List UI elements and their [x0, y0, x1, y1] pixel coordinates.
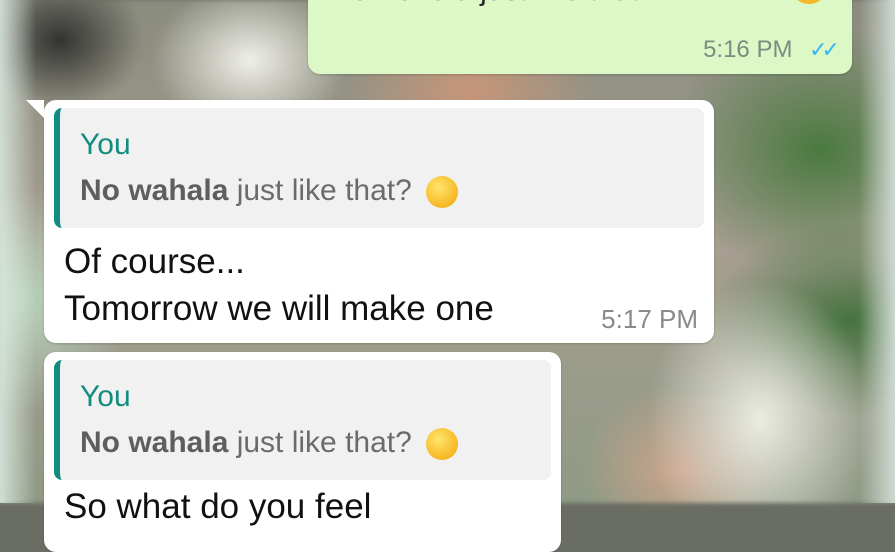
outgoing-message-bubble[interactable]: No wahala just like that? 5:16 PM ✓✓ [308, 0, 852, 74]
quoted-text-bold: No wahala [80, 426, 229, 459]
message-text: No wahala just like that? [330, 0, 770, 8]
quoted-text-rest: just like that? [228, 426, 412, 459]
quoted-message[interactable]: You No wahala just like that? [54, 108, 704, 228]
quoted-message[interactable]: You No wahala just like that? [54, 360, 551, 480]
message-meta: 5:16 PM ✓✓ [703, 36, 840, 64]
bubble-tail [26, 100, 44, 118]
smirk-emoji-icon [426, 428, 459, 461]
screen-edge-left [0, 0, 36, 503]
smirk-emoji-icon [426, 176, 459, 209]
message-time: 5:16 PM [703, 36, 793, 63]
quoted-text: No wahala just like that? [80, 174, 459, 209]
message-text-line: Of course... [64, 242, 245, 281]
quoted-text: No wahala just like that? [80, 426, 459, 461]
incoming-message-bubble[interactable]: You No wahala just like that? Of course.… [26, 100, 714, 343]
message-text-line: So what do you feel [64, 487, 372, 526]
message-text-line: Tomorrow we will make one [64, 289, 494, 328]
quoted-text-bold: No wahala [80, 174, 229, 207]
quoted-text-rest: just like that? [228, 174, 412, 207]
double-check-read-icon: ✓✓ [809, 37, 840, 62]
incoming-message-bubble[interactable]: You No wahala just like that? So what do… [44, 352, 561, 552]
smirk-emoji-icon [790, 0, 828, 4]
screen-edge-right [859, 0, 895, 503]
quoted-author: You [80, 128, 131, 161]
quoted-author: You [80, 380, 131, 413]
message-time: 5:17 PM [601, 304, 698, 334]
